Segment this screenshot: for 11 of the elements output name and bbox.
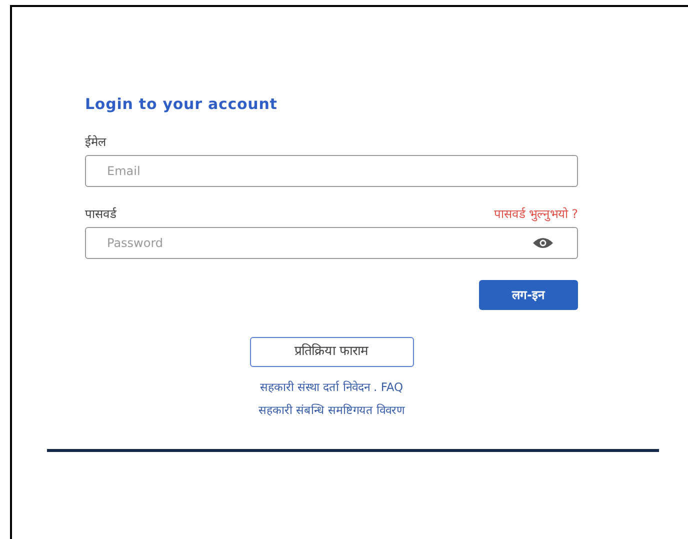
feedback-form-button[interactable]: प्रतिक्रिया फाराम — [250, 336, 414, 366]
email-label: ईमेल — [85, 134, 106, 150]
eye-icon[interactable] — [533, 236, 553, 248]
form-title: Login to your account — [85, 94, 278, 115]
password-field[interactable]: Password — [85, 226, 578, 258]
info-link[interactable]: सहकारी संबन्धि समष्टिगयत विवरण — [258, 402, 404, 419]
email-field[interactable]: Email — [85, 154, 578, 186]
password-label: पासवर्ड — [85, 206, 116, 222]
forgot-password-link[interactable]: पासवर्ड भुल्नुभयो ? — [494, 204, 578, 222]
login-button[interactable]: लग-इन — [479, 280, 578, 310]
info-link[interactable]: सहकारी संस्था दर्ता निवेदन . FAQ — [260, 378, 404, 396]
